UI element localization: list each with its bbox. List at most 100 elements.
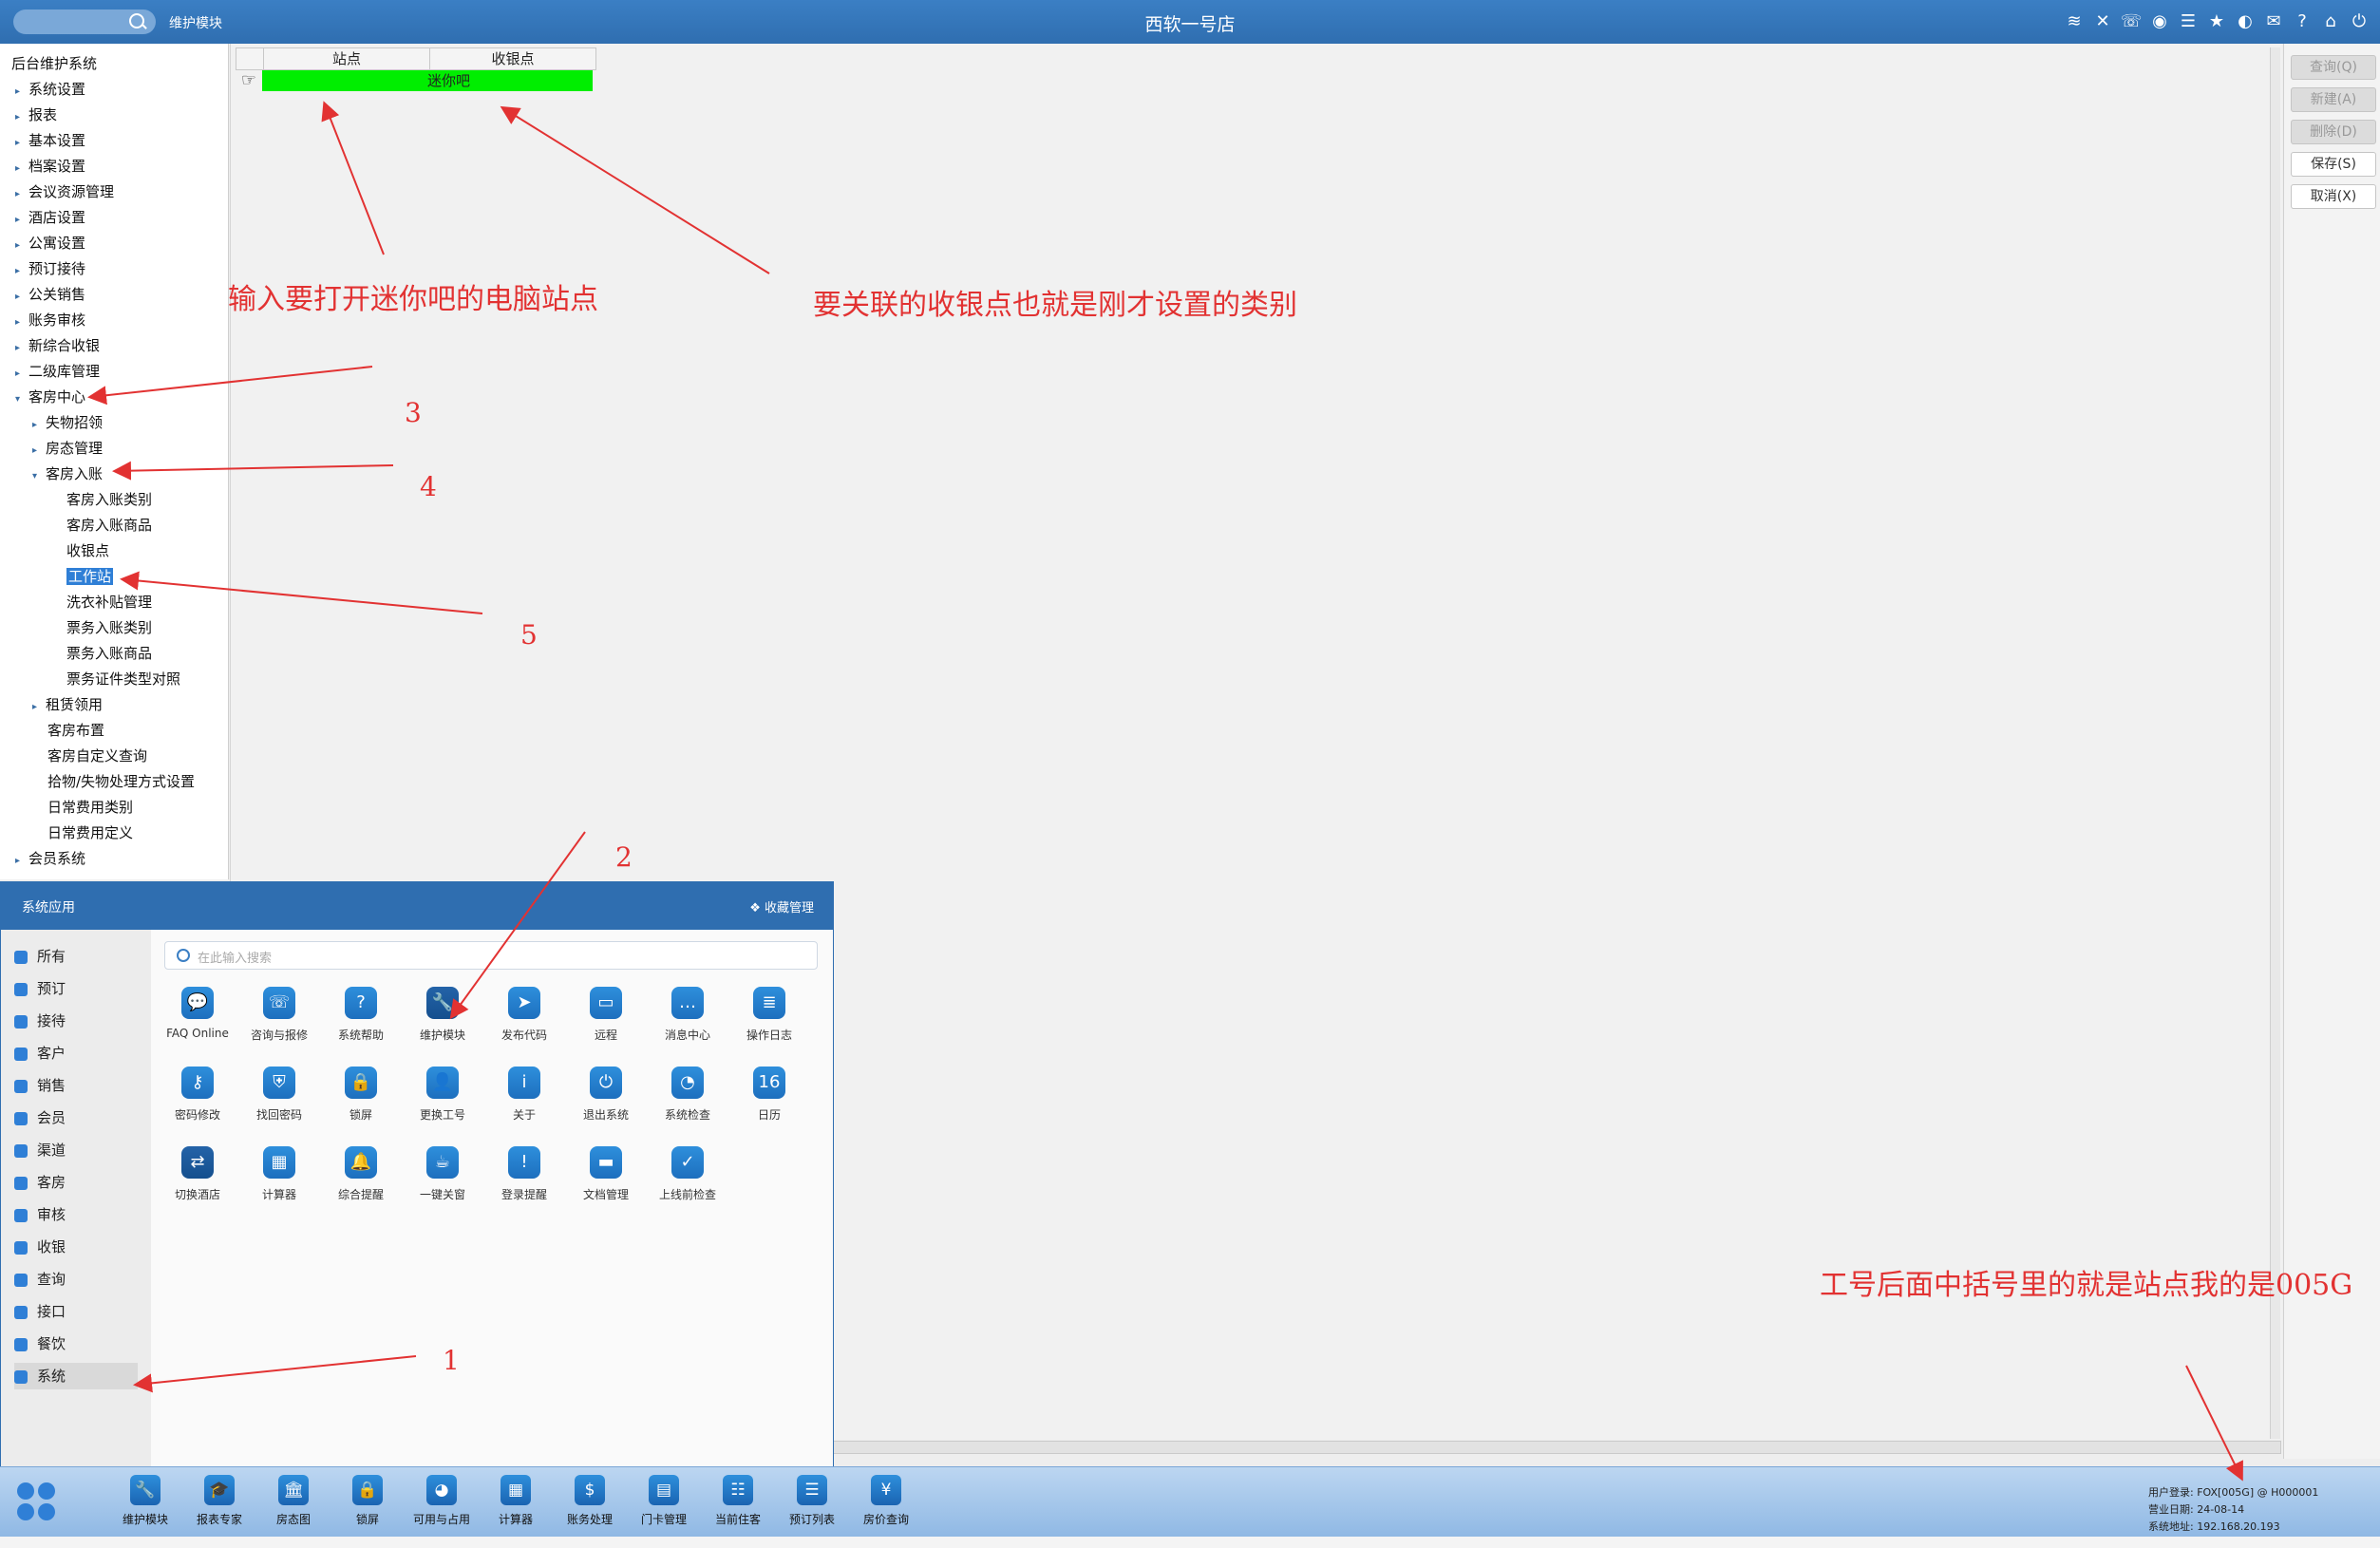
category-query[interactable]: 查询 <box>14 1266 138 1293</box>
app-about[interactable]: i 关于 <box>483 1067 565 1123</box>
app-consult-repair[interactable]: ☏ 咨询与报修 <box>238 987 320 1043</box>
tree-item[interactable]: ▸ 档案设置 <box>15 154 85 179</box>
start-menu-button[interactable] <box>17 1482 57 1522</box>
app-system-help[interactable]: ? 系统帮助 <box>320 987 402 1043</box>
category-channel[interactable]: 渠道 <box>14 1137 138 1163</box>
app-calculator[interactable]: ▦ 计算器 <box>238 1146 320 1202</box>
tree-item[interactable]: ▸ 公关销售 <box>15 282 85 307</box>
column-header-cashier[interactable]: 收银点 <box>430 48 595 69</box>
category-interface[interactable]: 接口 <box>14 1298 138 1325</box>
tree-item[interactable]: ▸ 房态管理 <box>32 436 103 461</box>
app-publish-code[interactable]: ➤ 发布代码 <box>483 987 565 1043</box>
cell-cashier[interactable]: 迷你吧 <box>427 70 593 91</box>
tree-leaf-selected[interactable]: 工作站 <box>66 564 114 589</box>
app-prelaunch-check[interactable]: ✓ 上线前检查 <box>647 1146 728 1202</box>
app-login-reminder[interactable]: ! 登录提醒 <box>483 1146 565 1202</box>
app-change-password[interactable]: ⚷ 密码修改 <box>157 1067 238 1123</box>
category-booking[interactable]: 预订 <box>14 975 138 1002</box>
tree-item[interactable]: ▸ 基本设置 <box>15 128 85 153</box>
app-close-windows[interactable]: ☕ 一键关窗 <box>402 1146 483 1202</box>
app-remote[interactable]: ▭ 远程 <box>565 987 647 1043</box>
taskbar-maintenance[interactable]: 🔧 维护模块 <box>108 1475 182 1527</box>
category-dining[interactable]: 餐饮 <box>14 1331 138 1357</box>
tree-item[interactable]: ▸ 酒店设置 <box>15 205 85 230</box>
tree-leaf[interactable]: 票务入账商品 <box>66 641 152 666</box>
tree-item[interactable]: ▸ 预订接待 <box>15 256 85 281</box>
app-message-center[interactable]: … 消息中心 <box>647 987 728 1043</box>
category-room[interactable]: 客房 <box>14 1169 138 1196</box>
tree-leaf[interactable]: 票务证件类型对照 <box>66 667 180 691</box>
category-system[interactable]: 系统 <box>14 1363 138 1389</box>
tree-item[interactable]: ▸ 账务审核 <box>15 308 85 332</box>
tree-leaf[interactable]: 日常费用类别 <box>47 795 133 820</box>
star-icon[interactable]: ★ <box>2205 9 2228 32</box>
palette-icon[interactable]: ◉ <box>2148 9 2171 32</box>
tree-item[interactable]: ▸ 会议资源管理 <box>15 179 114 204</box>
taskbar-booking-list[interactable]: ☰ 预订列表 <box>775 1475 849 1527</box>
moon-icon[interactable]: ◐ <box>2234 9 2257 32</box>
taskbar-current-guests[interactable]: ☷ 当前住客 <box>701 1475 775 1527</box>
taskbar-room-map[interactable]: 🏛 房态图 <box>256 1475 331 1527</box>
query-button[interactable]: 查询(Q) <box>2291 55 2376 80</box>
taskbar-report-expert[interactable]: 🎓 报表专家 <box>182 1475 256 1527</box>
category-reception[interactable]: 接待 <box>14 1008 138 1034</box>
taskbar-lock[interactable]: 🔒 锁屏 <box>331 1475 405 1527</box>
tree-leaf[interactable]: 客房自定义查询 <box>47 744 147 768</box>
column-header-station[interactable]: 站点 <box>264 48 430 69</box>
phone-icon[interactable]: ☏ <box>2120 9 2143 32</box>
app-operation-log[interactable]: ≣ 操作日志 <box>728 987 810 1043</box>
help-icon[interactable]: ? <box>2291 9 2314 32</box>
taskbar-availability[interactable]: ◕ 可用与占用 <box>405 1475 479 1527</box>
app-document-manage[interactable]: ▬ 文档管理 <box>565 1146 647 1202</box>
horizontal-scrollbar[interactable] <box>831 1441 2281 1454</box>
favorites-manage-button[interactable]: ❖ 收藏管理 <box>749 897 814 916</box>
category-sales[interactable]: 销售 <box>14 1072 138 1099</box>
taskbar-rate-query[interactable]: ¥ 房价查询 <box>849 1475 923 1527</box>
app-lock-screen[interactable]: 🔒 锁屏 <box>320 1067 402 1123</box>
vertical-scrollbar[interactable] <box>2270 47 2280 1439</box>
taskbar-accounting[interactable]: $ 账务处理 <box>553 1475 627 1527</box>
mail-icon[interactable]: ✉ <box>2262 9 2285 32</box>
app-system-check[interactable]: ◔ 系统检查 <box>647 1067 728 1123</box>
category-member[interactable]: 会员 <box>14 1104 138 1131</box>
tree-leaf[interactable]: 票务入账类别 <box>66 615 152 640</box>
tree-item[interactable]: ▸ 公寓设置 <box>15 231 85 255</box>
tree-item[interactable]: ▸ 二级库管理 <box>15 359 100 384</box>
app-calendar[interactable]: 16 日历 <box>728 1067 810 1123</box>
app-change-user[interactable]: 👤 更换工号 <box>402 1067 483 1123</box>
category-all[interactable]: 所有 <box>14 943 138 970</box>
tree-item[interactable]: ▸ 报表 <box>15 103 57 127</box>
wifi-icon[interactable]: ≋ <box>2063 9 2086 32</box>
app-switch-hotel[interactable]: ⇄ 切换酒店 <box>157 1146 238 1202</box>
tree-item[interactable]: ▸ 新综合收银 <box>15 333 100 358</box>
tree-root[interactable]: 后台维护系统 <box>11 51 97 76</box>
tree-leaf[interactable]: 客房布置 <box>47 718 104 743</box>
tree-leaf[interactable]: 收银点 <box>66 538 109 563</box>
tree-leaf[interactable]: 客房入账商品 <box>66 513 152 538</box>
tree-item-expanded[interactable]: ▾ 客房入账 <box>32 462 103 486</box>
tree-leaf[interactable]: 日常费用定义 <box>47 821 133 845</box>
app-exit-system[interactable]: ⏻ 退出系统 <box>565 1067 647 1123</box>
app-search-input[interactable]: 在此输入搜索 <box>164 941 818 970</box>
cell-station[interactable] <box>262 70 427 91</box>
new-button[interactable]: 新建(A) <box>2291 87 2376 112</box>
tree-item[interactable]: ▸ 系统设置 <box>15 77 85 102</box>
tree-item[interactable]: ▸ 失物招领 <box>32 410 103 435</box>
menu-icon[interactable]: ☰ <box>2177 9 2200 32</box>
save-button[interactable]: 保存(S) <box>2291 152 2376 177</box>
delete-button[interactable]: 删除(D) <box>2291 120 2376 144</box>
app-reminders[interactable]: 🔔 综合提醒 <box>320 1146 402 1202</box>
tree-item-expanded[interactable]: ▾ 客房中心 <box>15 385 85 409</box>
grid-row[interactable]: ☞ 迷你吧 <box>236 70 596 91</box>
tree-item[interactable]: ▸ 会员系统 <box>15 846 85 871</box>
category-customer[interactable]: 客户 <box>14 1040 138 1067</box>
category-audit[interactable]: 审核 <box>14 1201 138 1228</box>
app-recover-password[interactable]: ⛨ 找回密码 <box>238 1067 320 1123</box>
tree-leaf[interactable]: 客房入账类别 <box>66 487 152 512</box>
home-icon[interactable]: ⌂ <box>2319 9 2342 32</box>
taskbar-key-card[interactable]: ▤ 门卡管理 <box>627 1475 701 1527</box>
cancel-button[interactable]: 取消(X) <box>2291 184 2376 209</box>
tools-icon[interactable]: ✕ <box>2091 9 2114 32</box>
app-faq-online[interactable]: 💬 FAQ Online <box>157 987 238 1040</box>
tree-item[interactable]: ▸ 租赁领用 <box>32 692 103 717</box>
